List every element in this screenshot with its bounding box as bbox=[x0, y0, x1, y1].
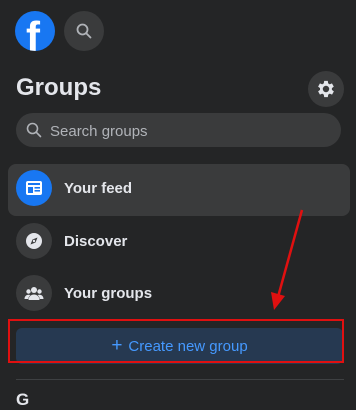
divider bbox=[16, 379, 344, 380]
section-heading: G bbox=[16, 390, 30, 409]
annotation-arrow bbox=[271, 209, 304, 310]
